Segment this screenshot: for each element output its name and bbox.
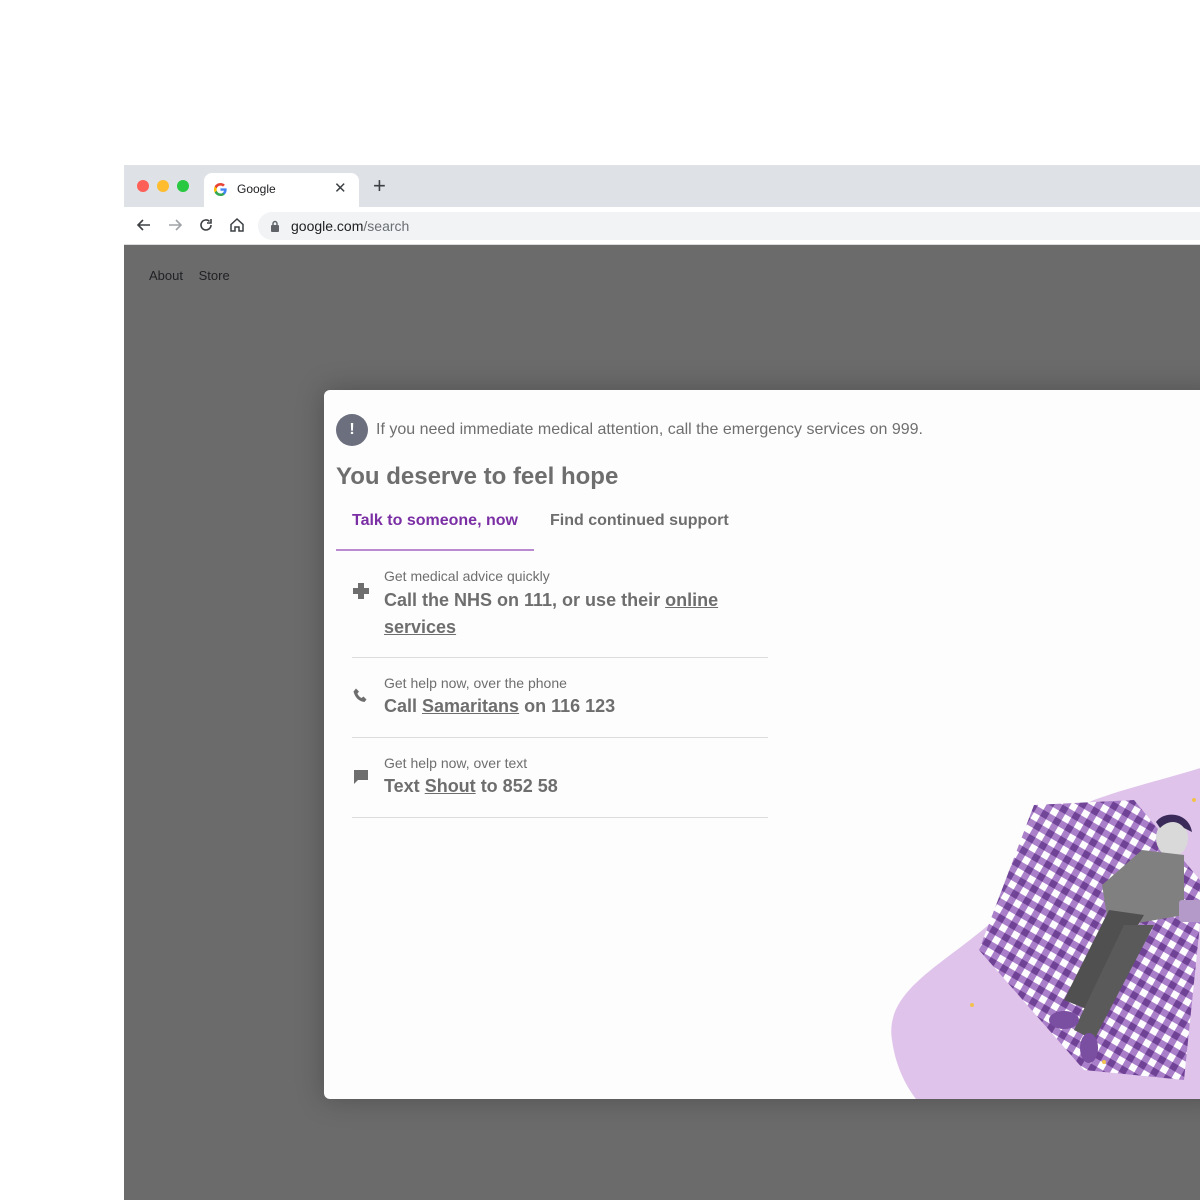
google-favicon-icon [214, 183, 227, 196]
item-main-suffix: on 116 123 [519, 696, 616, 716]
item-main-prefix: Call [384, 696, 423, 716]
minimize-window-button[interactable] [157, 180, 169, 192]
item-main-prefix: Call the NHS on 111, or use their [384, 590, 666, 610]
samaritans-link[interactable]: Samaritans [422, 696, 519, 716]
item-main-text: Call Samaritans on 116 123 [384, 693, 744, 720]
emergency-notice: If you need immediate medical attention,… [376, 421, 923, 438]
crisis-support-panel: ! If you need immediate medical attentio… [324, 390, 1200, 1099]
tab-talk-to-someone[interactable]: Talk to someone, now [352, 512, 518, 530]
tab-title: Google [237, 182, 276, 196]
tab-strip: Google ✕ + [124, 165, 1200, 207]
close-tab-icon[interactable]: ✕ [334, 179, 347, 197]
list-item-nhs: Get medical advice quickly Call the NHS … [352, 565, 768, 658]
item-main-text: Call the NHS on 111, or use their online… [384, 587, 744, 641]
close-window-button[interactable] [137, 180, 149, 192]
list-item-samaritans: Get help now, over the phone Call Samari… [352, 657, 768, 738]
shout-link[interactable]: Shout [425, 776, 476, 796]
person-relaxing-illustration [891, 768, 1200, 1099]
url-path: /search [363, 218, 410, 234]
top-links: About Store [149, 268, 242, 283]
medical-cross-icon [353, 583, 369, 599]
store-link[interactable]: Store [199, 268, 230, 283]
phone-icon [353, 688, 367, 702]
exclamation-icon: ! [336, 414, 368, 446]
item-subtitle: Get medical advice quickly [384, 568, 550, 584]
reload-icon[interactable] [196, 215, 216, 235]
tab-find-continued-support[interactable]: Find continued support [550, 512, 729, 530]
item-main-text: Text Shout to 852 58 [384, 773, 744, 800]
about-link[interactable]: About [149, 268, 183, 283]
back-arrow-icon[interactable] [134, 215, 154, 235]
panel-headline: You deserve to feel hope [336, 463, 619, 490]
url-text: google.com/search [291, 218, 409, 234]
home-icon[interactable] [227, 215, 247, 235]
item-main-prefix: Text [384, 776, 425, 796]
active-tab-indicator [336, 549, 534, 551]
item-main-suffix: to 852 58 [475, 776, 558, 796]
address-bar[interactable]: google.com/search [258, 212, 1200, 240]
item-subtitle: Get help now, over the phone [384, 675, 567, 691]
list-item-shout: Get help now, over text Text Shout to 85… [352, 737, 768, 818]
browser-toolbar: google.com/search [124, 207, 1200, 245]
item-subtitle: Get help now, over text [384, 755, 528, 771]
new-tab-button[interactable]: + [373, 174, 386, 198]
maximize-window-button[interactable] [177, 180, 189, 192]
chat-bubble-icon [354, 770, 368, 784]
forward-arrow-icon[interactable] [165, 215, 185, 235]
lock-icon [271, 220, 279, 232]
browser-tab[interactable]: Google ✕ [204, 173, 359, 207]
url-host: google.com [291, 218, 364, 234]
